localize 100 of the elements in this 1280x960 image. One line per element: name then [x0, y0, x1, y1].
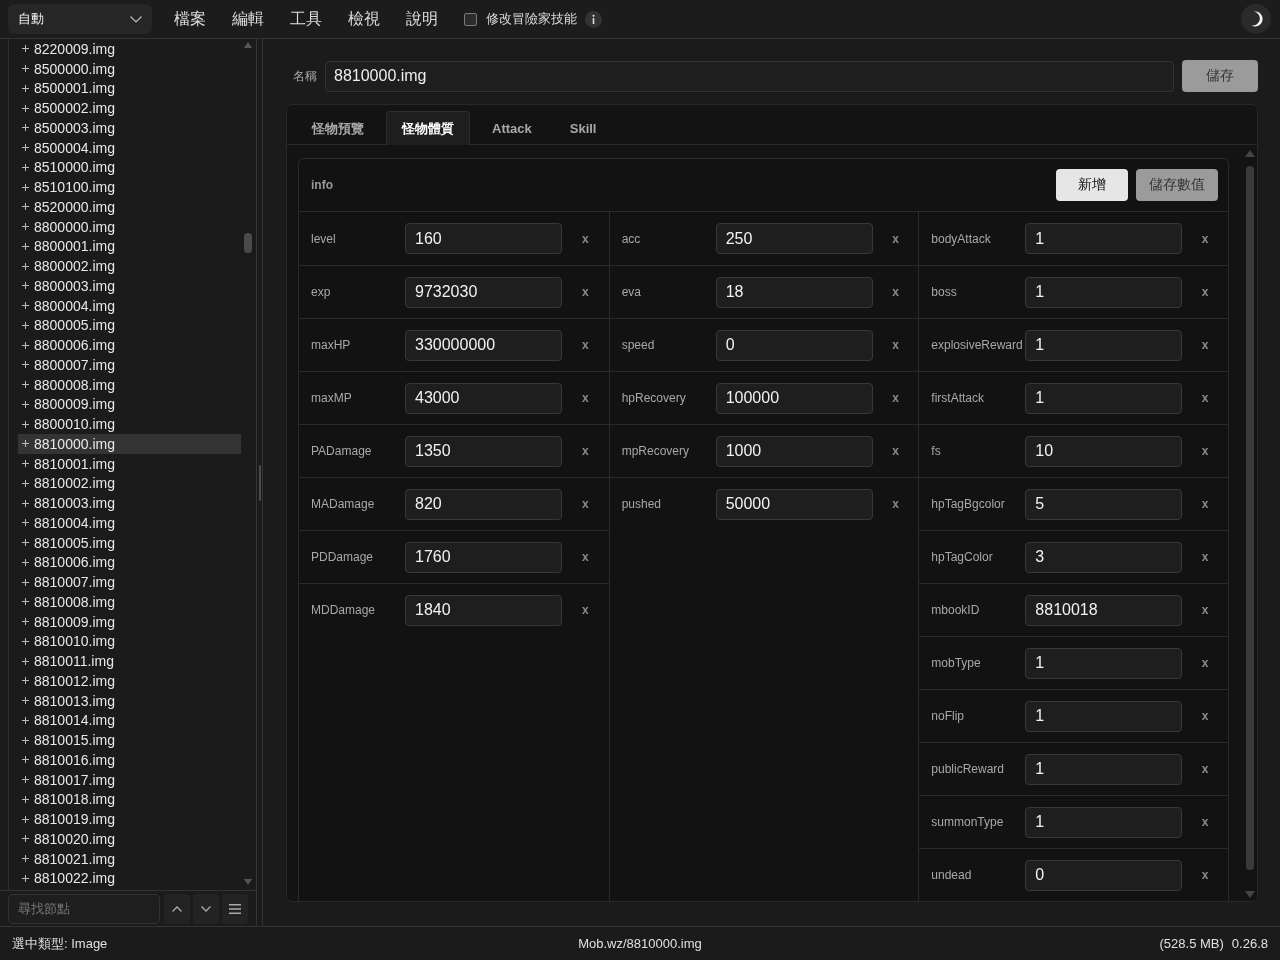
plus-icon[interactable]	[22, 381, 29, 389]
tab[interactable]: 怪物體質	[386, 111, 470, 145]
value-field[interactable]: 1	[1025, 753, 1183, 785]
tree-item[interactable]: 8810018.img	[18, 789, 241, 810]
tree-item[interactable]: 8800002.img	[18, 256, 241, 276]
tree-item[interactable]: 8500002.img	[18, 98, 241, 118]
tree-item[interactable]: 8800006.img	[18, 335, 241, 355]
plus-icon[interactable]	[22, 618, 29, 626]
name-field[interactable]: 8810000.img	[325, 60, 1174, 92]
scrollbar-thumb[interactable]	[1246, 166, 1254, 870]
tree-item[interactable]: 8810005.img	[18, 532, 241, 553]
menu-item[interactable]: 檢視	[348, 8, 380, 30]
plus-icon[interactable]	[22, 558, 29, 566]
remove-button[interactable]: x	[580, 551, 591, 563]
plus-icon[interactable]	[22, 736, 29, 744]
tree-item[interactable]: 8800009.img	[18, 394, 241, 415]
tree-item[interactable]: 8500004.img	[18, 137, 241, 158]
tree-item[interactable]: 8800008.img	[18, 374, 241, 395]
remove-button[interactable]: x	[890, 498, 901, 510]
value-field[interactable]: 1	[1025, 276, 1183, 308]
tree-item[interactable]: 8810012.img	[18, 671, 241, 691]
plus-icon[interactable]	[22, 756, 29, 764]
value-field[interactable]: 50000	[715, 488, 873, 520]
value-field[interactable]: 1	[1025, 223, 1183, 254]
tree-item[interactable]: 8810003.img	[18, 493, 241, 513]
tree-item[interactable]: 8810019.img	[18, 809, 241, 829]
plus-icon[interactable]	[22, 183, 29, 191]
moon-icon[interactable]	[1241, 4, 1271, 34]
remove-button[interactable]: x	[1199, 498, 1211, 510]
tab[interactable]: 怪物預覽	[296, 111, 380, 145]
menu-item[interactable]: 編輯	[232, 8, 264, 30]
remove-button[interactable]: x	[890, 392, 901, 404]
tree-item[interactable]: 8810009.img	[18, 611, 241, 632]
plus-icon[interactable]	[22, 874, 29, 882]
remove-button[interactable]: x	[580, 339, 591, 351]
remove-button[interactable]: x	[1199, 232, 1211, 245]
plus-icon[interactable]	[22, 598, 29, 606]
plus-icon[interactable]	[22, 795, 29, 803]
remove-button[interactable]: x	[580, 286, 591, 298]
tree-item[interactable]: 8810000.img	[18, 434, 241, 454]
value-field[interactable]: 1	[1025, 700, 1183, 732]
remove-button[interactable]: x	[580, 445, 591, 457]
tree-item[interactable]: 8810017.img	[18, 769, 241, 790]
plus-icon[interactable]	[22, 302, 29, 310]
tree-item[interactable]: 8810001.img	[18, 453, 241, 474]
plus-icon[interactable]	[22, 637, 29, 645]
remove-button[interactable]: x	[580, 498, 591, 510]
tree-item[interactable]: 8810006.img	[18, 552, 241, 573]
tree-item[interactable]: 8810008.img	[18, 592, 241, 612]
tree-item[interactable]: 8800000.img	[18, 216, 241, 237]
plus-icon[interactable]	[22, 163, 29, 171]
value-field[interactable]: 0	[715, 329, 873, 361]
plus-icon[interactable]	[22, 539, 29, 547]
plus-icon[interactable]	[22, 835, 29, 843]
value-field[interactable]: 5	[1025, 488, 1183, 520]
value-field[interactable]: 1	[1025, 647, 1183, 679]
menu-item[interactable]: 工具	[290, 8, 322, 30]
tree-item[interactable]: 8500003.img	[18, 118, 241, 138]
value-field[interactable]: 100000	[715, 382, 873, 414]
plus-icon[interactable]	[22, 45, 29, 53]
tree-item[interactable]: 8800005.img	[18, 315, 241, 336]
plus-icon[interactable]	[22, 65, 29, 73]
tree-item[interactable]: 8800004.img	[18, 295, 241, 316]
plus-icon[interactable]	[22, 400, 29, 408]
remove-button[interactable]: x	[1199, 763, 1211, 775]
remove-button[interactable]: x	[1199, 392, 1211, 404]
action-button[interactable]: 新增	[1056, 169, 1128, 201]
remove-button[interactable]: x	[1199, 869, 1211, 881]
value-field[interactable]: 1000	[715, 435, 873, 467]
plus-icon[interactable]	[22, 578, 29, 586]
tree-item[interactable]: 8810011.img	[18, 651, 241, 671]
menu-button[interactable]	[222, 893, 248, 924]
value-field[interactable]: 1840	[405, 594, 562, 626]
remove-button[interactable]: x	[1199, 551, 1211, 563]
plus-icon[interactable]	[22, 104, 29, 112]
tree-item[interactable]: 8520000.img	[18, 197, 241, 217]
value-field[interactable]: 1	[1025, 382, 1183, 414]
value-field[interactable]: 43000	[405, 382, 562, 414]
value-field[interactable]: 160	[405, 223, 562, 254]
tree-item[interactable]: 8510000.img	[18, 157, 241, 178]
value-field[interactable]: 250	[715, 223, 873, 254]
value-field[interactable]: 1	[1025, 329, 1183, 361]
plus-icon[interactable]	[22, 361, 29, 369]
info-icon[interactable]	[585, 10, 602, 28]
remove-button[interactable]: x	[890, 339, 901, 351]
tree-item[interactable]: 8810007.img	[18, 572, 241, 592]
plus-icon[interactable]	[22, 420, 29, 428]
plus-icon[interactable]	[22, 282, 29, 290]
plus-icon[interactable]	[22, 716, 29, 724]
plus-icon[interactable]	[22, 321, 29, 329]
tree-item[interactable]: 8500001.img	[18, 78, 241, 99]
mode-select[interactable]: 自動	[8, 4, 152, 34]
plus-icon[interactable]	[22, 262, 29, 270]
plus-icon[interactable]	[22, 242, 29, 250]
plus-icon[interactable]	[22, 697, 29, 705]
plus-icon[interactable]	[22, 499, 29, 507]
tab[interactable]: Skill	[553, 111, 613, 145]
tree-item[interactable]: 8810002.img	[18, 473, 241, 494]
remove-button[interactable]: x	[580, 604, 591, 616]
remove-button[interactable]: x	[580, 232, 591, 245]
